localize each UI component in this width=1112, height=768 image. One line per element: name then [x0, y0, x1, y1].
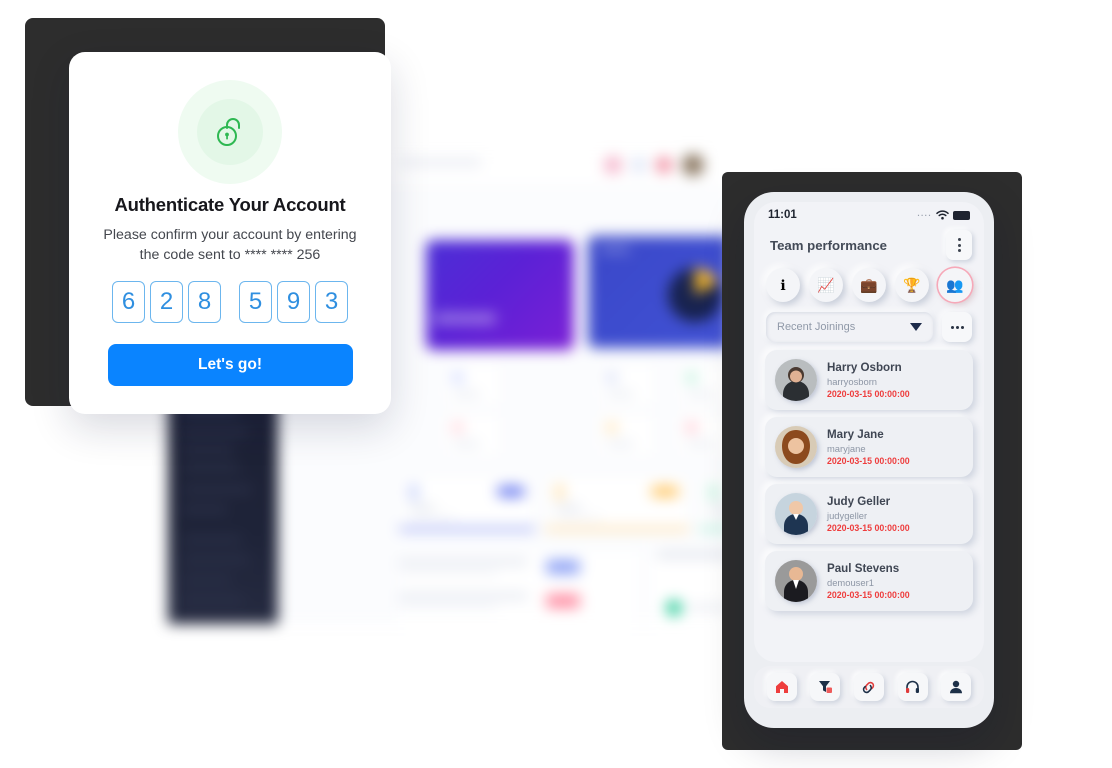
chart-icon[interactable]: 📈	[809, 268, 843, 302]
person-handle: demouser1	[827, 577, 874, 588]
trophy-icon[interactable]: 🏆	[895, 268, 929, 302]
dashboard-table	[398, 552, 638, 624]
profile-icon[interactable]	[941, 673, 972, 701]
chevron-down-icon	[910, 323, 922, 331]
auth-title: Authenticate Your Account	[114, 194, 346, 215]
otp-input-group[interactable]: 6 2 8 5 9 3	[69, 281, 391, 324]
phone-device: 11:01 ···· Team performance ℹ 📈 💼 🏆 👥 Re…	[744, 192, 994, 728]
auth-dialog: Authenticate Your Account Please confirm…	[69, 52, 391, 414]
filter-icon[interactable]	[810, 673, 841, 701]
briefcase-glyph: 💼	[860, 276, 878, 293]
team-icon[interactable]: 👥	[938, 268, 972, 302]
dropdown-value: Recent Joinings	[777, 321, 856, 333]
auth-subtitle-line1: Please confirm your account by entering	[103, 227, 357, 243]
info-glyph: ℹ	[780, 276, 786, 293]
phone-header: Team performance	[754, 228, 984, 260]
donut-chart	[668, 268, 722, 322]
list-item[interactable]: Paul Stevens demouser1 2020-03-15 00:00:…	[765, 551, 973, 611]
dashboard-header-icons	[604, 154, 704, 176]
person-name: Harry Osborn	[827, 361, 902, 374]
otp-digit-4[interactable]: 5	[239, 281, 272, 324]
kpi-card	[398, 474, 536, 531]
avatar	[775, 426, 817, 468]
auth-dialog-frame: Authenticate Your Account Please confirm…	[25, 18, 391, 414]
otp-digit-6[interactable]: 3	[315, 281, 348, 324]
notification-icon	[604, 156, 622, 174]
auth-subtitle-line2: the code sent to **** **** 256	[139, 246, 321, 263]
person-name: Judy Geller	[827, 495, 891, 508]
alert-icon	[656, 157, 672, 173]
auth-subtitle: Please confirm your account by entering …	[69, 226, 391, 265]
recent-joinings-dropdown[interactable]: Recent Joinings	[766, 312, 933, 342]
team-glyph: 👥	[946, 276, 964, 293]
unlock-icon-ring	[197, 99, 263, 165]
list-item[interactable]: Mary Jane maryjane 2020-03-15 00:00:00	[765, 417, 973, 477]
person-handle: maryjane	[827, 443, 866, 454]
stat-mini	[596, 362, 656, 408]
unlock-icon	[217, 118, 240, 146]
phone-screen: 11:01 ···· Team performance ℹ 📈 💼 🏆 👥 Re…	[754, 202, 984, 662]
person-date: 2020-03-15 00:00:00	[827, 456, 910, 466]
otp-digit-2[interactable]: 2	[150, 281, 183, 324]
otp-digit-5[interactable]: 9	[277, 281, 310, 324]
people-list: Harry Osborn harryosborn 2020-03-15 00:0…	[754, 342, 984, 611]
briefcase-icon[interactable]: 💼	[852, 268, 886, 302]
hero-card-purple	[426, 240, 574, 350]
chart-glyph: 📈	[817, 276, 835, 293]
home-icon[interactable]	[766, 673, 797, 701]
battery-icon	[953, 210, 970, 220]
stat-mini	[596, 412, 656, 458]
person-handle: judygeller	[827, 510, 868, 521]
person-handle: harryosborn	[827, 376, 878, 387]
wifi-icon	[936, 210, 949, 220]
stat-mini	[442, 412, 502, 458]
signal-icon: ····	[917, 210, 932, 220]
status-bar: 11:01 ····	[754, 202, 984, 228]
dashboard-right-panel	[650, 544, 730, 624]
quick-icon-row: ℹ 📈 💼 🏆 👥	[754, 260, 984, 302]
person-name: Paul Stevens	[827, 562, 900, 575]
stat-mini	[442, 362, 502, 408]
filter-row: Recent Joinings	[754, 302, 984, 342]
list-item[interactable]: Harry Osborn harryosborn 2020-03-15 00:0…	[765, 350, 973, 410]
status-time: 11:01	[768, 209, 797, 221]
kebab-menu-icon[interactable]	[946, 230, 972, 260]
avatar	[775, 359, 817, 401]
person-date: 2020-03-15 00:00:00	[827, 523, 910, 533]
person-date: 2020-03-15 00:00:00	[827, 590, 910, 600]
otp-digit-3[interactable]: 8	[188, 281, 221, 324]
page-title: Team performance	[770, 237, 888, 253]
avatar	[775, 493, 817, 535]
avatar	[775, 560, 817, 602]
grid-icon	[632, 158, 646, 172]
avatar	[682, 154, 704, 176]
trophy-glyph: 🏆	[903, 276, 921, 293]
list-item[interactable]: Judy Geller judygeller 2020-03-15 00:00:…	[765, 484, 973, 544]
unlock-icon-halo	[178, 80, 282, 184]
topbar-search	[400, 158, 482, 167]
person-name: Mary Jane	[827, 428, 884, 441]
hero-card-blue	[588, 236, 730, 348]
screenshot-stage: Authenticate Your Account Please confirm…	[0, 0, 1112, 768]
person-date: 2020-03-15 00:00:00	[827, 389, 910, 399]
otp-digit-1[interactable]: 6	[112, 281, 145, 324]
lets-go-button[interactable]: Let's go!	[107, 344, 353, 387]
bottom-tab-bar	[754, 666, 984, 708]
headset-icon[interactable]	[897, 673, 928, 701]
more-options-icon[interactable]	[942, 312, 972, 342]
info-icon[interactable]: ℹ	[766, 268, 800, 302]
dashboard-sidebar	[168, 394, 278, 624]
kpi-card	[544, 474, 690, 531]
link-icon[interactable]	[853, 673, 884, 701]
